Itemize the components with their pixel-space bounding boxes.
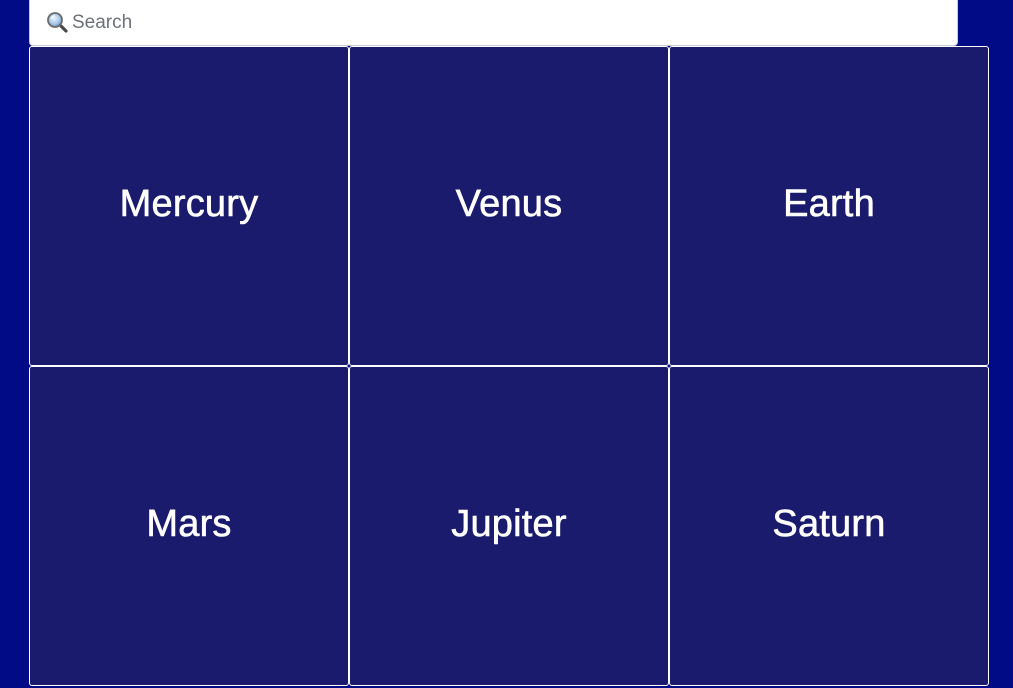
planet-grid: Mercury Venus Earth Mars Jupiter Saturn xyxy=(29,46,989,688)
planet-browser: Mercury Venus Earth Mars Jupiter Saturn xyxy=(0,0,1013,688)
planet-tile-earth[interactable]: Earth xyxy=(669,46,989,366)
planet-name: Venus xyxy=(455,182,563,225)
planet-tile-mercury[interactable]: Mercury xyxy=(29,46,349,366)
planet-tile-mars[interactable]: Mars xyxy=(29,366,349,686)
planet-name: Jupiter xyxy=(451,502,567,545)
planet-name: Saturn xyxy=(772,502,886,545)
planet-name: Earth xyxy=(783,182,875,225)
planet-tile-venus[interactable]: Venus xyxy=(349,46,669,366)
planet-name: Mars xyxy=(146,502,232,545)
planet-tile-saturn[interactable]: Saturn xyxy=(669,366,989,686)
planet-tile-jupiter[interactable]: Jupiter xyxy=(349,366,669,686)
search-bar xyxy=(29,0,958,46)
search-input[interactable] xyxy=(72,7,932,38)
magnifying-glass-icon xyxy=(46,11,68,33)
planet-name: Mercury xyxy=(119,182,259,225)
